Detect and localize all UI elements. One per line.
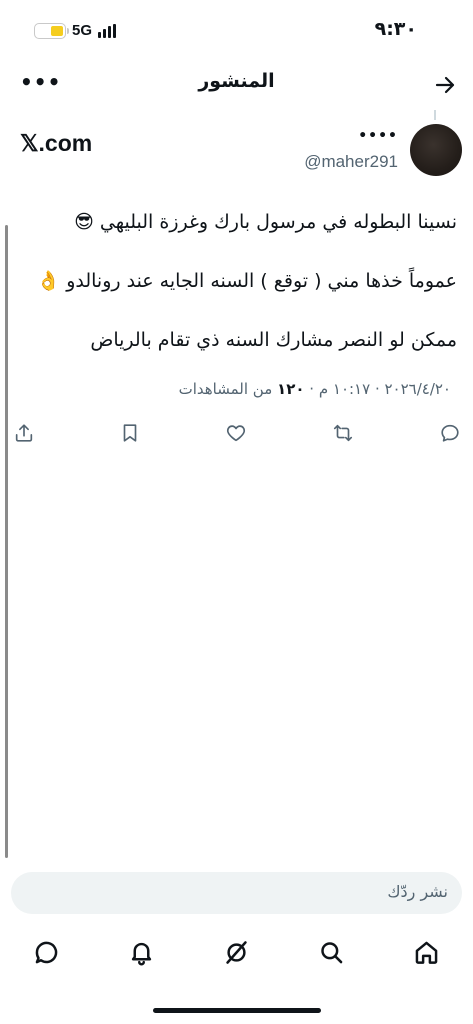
post-line: نسينا البطوله في مرسول بارك وغرزة البليه…	[74, 211, 457, 233]
source-label: 𝕏.com	[20, 130, 93, 156]
reply-button[interactable]	[437, 420, 463, 446]
nav-notifications[interactable]	[125, 936, 157, 968]
heart-icon	[226, 425, 246, 442]
author-handle[interactable]: @maher291	[304, 152, 398, 172]
status-time: ٩:٣٠	[374, 18, 417, 40]
reply-icon	[441, 424, 459, 442]
author-name[interactable]: ••••	[358, 128, 398, 144]
post-text: نسينا البطوله في مرسول بارك وغرزة البليه…	[17, 206, 458, 383]
grok-icon	[225, 940, 247, 964]
chat-bubble-icon	[35, 941, 57, 963]
scrollbar[interactable]	[5, 225, 8, 858]
meta-separator: ·	[370, 380, 385, 398]
post-line: ممكن لو النصر مشارك السنه ذي تقام بالريا…	[90, 329, 457, 351]
share-button[interactable]	[11, 420, 37, 446]
more-options-button[interactable]: •••	[20, 70, 61, 94]
post-date[interactable]: ٢٠٢٦/٤/٢٠	[384, 380, 451, 398]
search-icon	[320, 941, 342, 963]
repost-button[interactable]	[330, 420, 356, 446]
post-header: المنشور •••	[0, 62, 473, 106]
bottom-nav	[0, 934, 473, 974]
repost-icon	[333, 424, 353, 442]
views-label: من المشاهدات	[178, 380, 273, 398]
nav-home[interactable]	[410, 936, 442, 968]
post-actions	[0, 420, 473, 450]
reply-placeholder: نشر ردّك	[387, 882, 448, 901]
reply-input[interactable]: نشر ردّك	[11, 872, 462, 914]
status-indicators: 5G	[34, 22, 117, 39]
signal-icon	[98, 23, 117, 38]
network-label: 5G	[72, 22, 93, 39]
share-icon	[15, 424, 33, 442]
nav-messages[interactable]	[30, 936, 62, 968]
status-bar: 5G ٩:٣٠	[0, 0, 473, 62]
page-title: المنشور	[198, 70, 275, 92]
bookmark-button[interactable]	[117, 420, 143, 446]
bookmark-icon	[123, 424, 137, 442]
avatar[interactable]	[410, 124, 462, 176]
post-line: عموماً خذها مني ( توقع ) السنه الجايه عن…	[36, 270, 458, 292]
like-button[interactable]	[223, 420, 249, 446]
home-indicator[interactable]	[153, 1008, 321, 1013]
nav-search[interactable]	[315, 936, 347, 968]
meta-separator: ·	[304, 380, 319, 398]
nav-grok[interactable]	[220, 936, 252, 968]
battery-icon	[34, 22, 69, 39]
thread-line	[434, 110, 436, 120]
battery-level	[51, 25, 63, 36]
post-time[interactable]: ١٠:١٧ م	[319, 380, 370, 398]
views-count: ١٢٠	[277, 380, 305, 398]
home-icon	[415, 941, 437, 964]
post-meta: ٢٠٢٦/٤/٢٠ · ١٠:١٧ م · ١٢٠ من المشاهدات	[179, 380, 451, 398]
bell-icon	[131, 942, 151, 966]
